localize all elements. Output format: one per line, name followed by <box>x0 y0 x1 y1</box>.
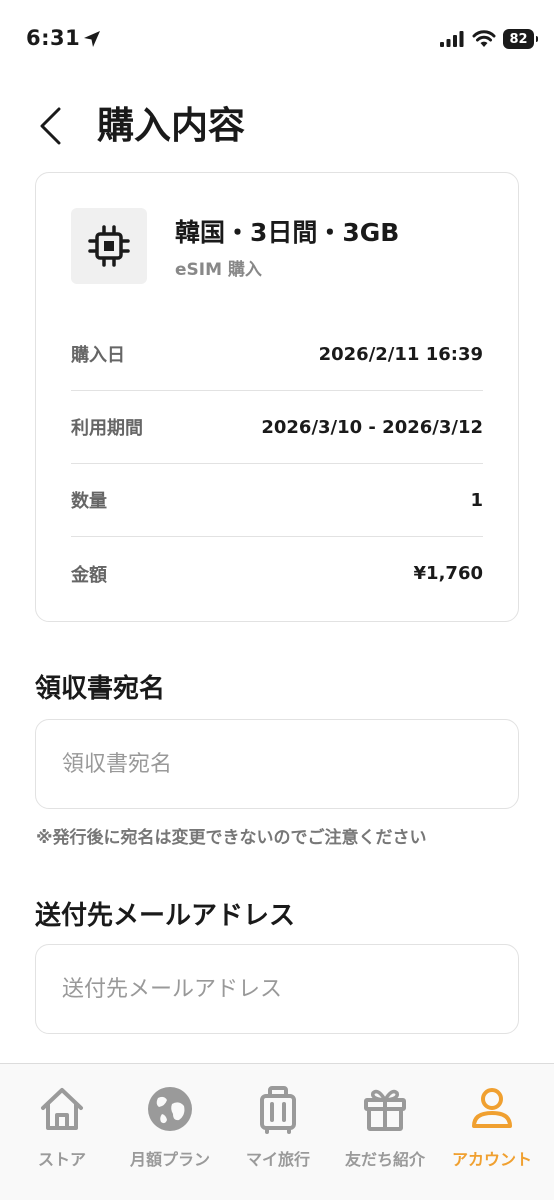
location-arrow-icon <box>84 31 100 47</box>
tab-label: マイ旅行 <box>245 1150 310 1169</box>
tab-label: 友だち紹介 <box>344 1150 425 1169</box>
header: 購入内容 <box>0 96 554 156</box>
tab-store[interactable]: ストア <box>7 1084 117 1174</box>
purchase-summary-card: 韓国・3日間・3GB eSIM 購入 購入日 2026/2/11 16:39 利… <box>35 172 519 622</box>
tab-label: ストア <box>37 1150 86 1169</box>
detail-row-usage-period: 利用期間 2026/3/10 - 2026/3/12 <box>71 391 483 464</box>
home-icon <box>41 1088 83 1130</box>
tab-label: アカウント <box>451 1150 532 1169</box>
status-bar: 6:31 82 <box>0 0 554 80</box>
globe-icon <box>148 1087 192 1131</box>
chip-icon <box>88 225 130 267</box>
detail-label: 利用期間 <box>71 418 143 439</box>
status-time: 6:31 <box>26 26 81 50</box>
product-title: 韓国・3日間・3GB <box>175 218 400 247</box>
detail-value: ¥1,760 <box>413 563 483 584</box>
person-icon <box>472 1088 512 1128</box>
detail-label: 金額 <box>71 564 107 586</box>
page-title: 購入内容 <box>97 104 245 147</box>
detail-row-quantity: 数量 1 <box>71 464 483 537</box>
battery-level: 82 <box>509 31 528 47</box>
detail-row-amount: 金額 ¥1,760 <box>71 537 483 610</box>
detail-label: 購入日 <box>71 345 125 366</box>
bottom-tab-bar: ストア 月額プラン マイ旅行 友だち紹介 アカウント <box>0 1063 554 1200</box>
receipt-name-note: ※発行後に宛名は変更できないのでご注意ください <box>36 828 427 848</box>
tab-monthly-plan[interactable]: 月額プラン <box>115 1084 225 1174</box>
product-subtitle: eSIM 購入 <box>175 260 262 280</box>
email-input[interactable] <box>35 944 519 1034</box>
gift-icon <box>364 1089 406 1131</box>
product-icon-box <box>71 208 147 284</box>
battery-indicator: 82 <box>503 29 538 49</box>
wifi-icon <box>472 30 496 47</box>
detail-value: 2026/3/10 - 2026/3/12 <box>261 416 483 438</box>
detail-value: 1 <box>470 489 483 511</box>
suitcase-icon <box>260 1086 296 1134</box>
chevron-left-icon <box>40 107 61 145</box>
cellular-signal-icon <box>440 31 464 47</box>
tab-my-trips[interactable]: マイ旅行 <box>223 1084 333 1174</box>
tab-referral[interactable]: 友だち紹介 <box>330 1084 440 1174</box>
receipt-name-input[interactable] <box>35 719 519 809</box>
tab-account[interactable]: アカウント <box>437 1084 547 1174</box>
detail-label: 数量 <box>71 491 107 512</box>
detail-row-purchase-date: 購入日 2026/2/11 16:39 <box>71 318 483 391</box>
tab-label: 月額プラン <box>129 1150 210 1169</box>
email-label: 送付先メールアドレス <box>35 901 296 931</box>
detail-value: 2026/2/11 16:39 <box>318 343 483 365</box>
receipt-name-label: 領収書宛名 <box>35 674 166 704</box>
back-button[interactable] <box>30 102 70 150</box>
purchase-details-list: 購入日 2026/2/11 16:39 利用期間 2026/3/10 - 202… <box>71 318 483 610</box>
